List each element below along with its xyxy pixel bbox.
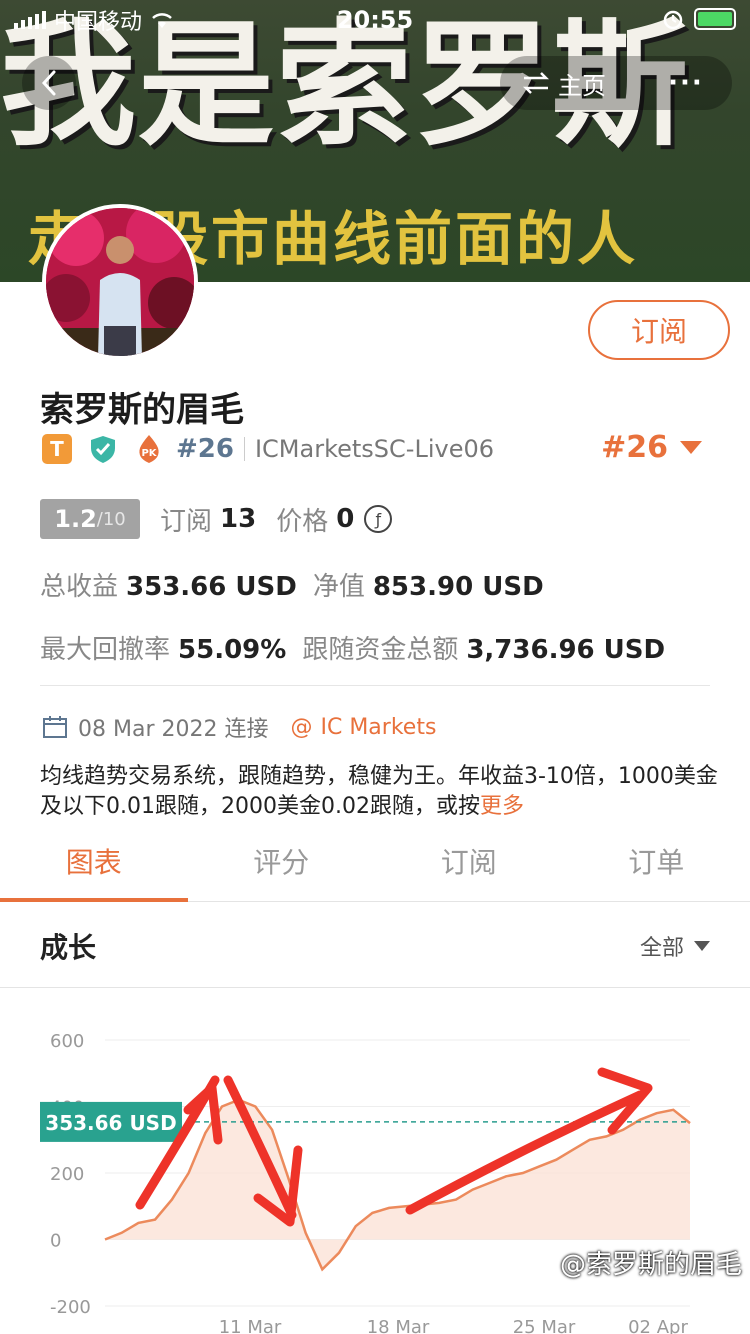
stats-row-1: 1.2/10 订阅 13 价格 0 ƒ [40, 498, 393, 540]
verified-shield-icon [91, 436, 115, 463]
follow-funds-value: 3,736.96 USD [466, 635, 666, 665]
battery-icon [694, 8, 736, 30]
growth-title: 成长 [40, 931, 97, 964]
x-tick-label: 11 Mar [219, 1317, 282, 1334]
score-max: /10 [96, 508, 126, 530]
net-value-label: 净值 [312, 572, 365, 602]
coin-icon: ƒ [364, 505, 393, 533]
score-value: 1.2 [54, 505, 97, 533]
broker-name: IC Markets [320, 714, 437, 740]
y-tick-label: 200 [50, 1164, 84, 1185]
x-tick-label: 18 Mar [367, 1317, 430, 1334]
nav-pill: 主页 ··· [500, 56, 732, 110]
x-tick-label: 25 Mar [513, 1317, 576, 1334]
growth-filter-label: 全部 [639, 936, 684, 961]
broker-link[interactable]: @ IC Markets [290, 715, 436, 740]
tab-rating[interactable]: 评分 [188, 820, 376, 901]
pk-badge-text: PK [141, 448, 157, 459]
connection-date: 08 Mar 2022 连接 [78, 717, 269, 742]
more-button[interactable]: ··· [640, 68, 732, 98]
divider [40, 685, 710, 686]
stats-row-2: 总收益 353.66 USD 净值 853.90 USD [40, 566, 560, 603]
net-value-value: 853.90 USD [372, 572, 544, 602]
account-name: ICMarketsSC-Live06 [254, 435, 495, 463]
pk-flame-icon: PK [139, 435, 159, 463]
more-link[interactable]: 更多 [480, 794, 524, 819]
total-profit-label: 总收益 [40, 572, 119, 602]
current-value-label: 353.66 USD [45, 1111, 176, 1135]
caret-down-icon [694, 941, 710, 951]
description-text: 均线趋势交易系统，跟随趋势，稳健为王。年收益3-10倍，1000美金及以下0.0… [40, 764, 718, 819]
home-label: 主页 [558, 71, 606, 100]
trader-badge: T [42, 434, 72, 464]
tab-orders[interactable]: 订单 [563, 820, 750, 901]
status-time: 20:55 [336, 6, 414, 34]
growth-filter-dropdown[interactable]: 全部 [640, 930, 710, 962]
alarm-icon [663, 10, 683, 30]
y-tick-label: 600 [50, 1031, 84, 1052]
divider [243, 437, 245, 461]
caret-down-icon [680, 441, 702, 454]
home-button[interactable]: 主页 [500, 66, 640, 101]
follow-funds-label: 跟随资金总额 [302, 635, 459, 665]
strategy-description: 均线趋势交易系统，跟随趋势，稳健为王。年收益3-10倍，1000美金及以下0.0… [40, 762, 720, 822]
rank-big-label: #26 [601, 430, 668, 465]
profile-name: 索罗斯的眉毛 [40, 390, 244, 430]
x-tick-label: 02 Apr [628, 1317, 688, 1334]
y-tick-label: 0 [50, 1231, 61, 1252]
switch-icon [522, 72, 550, 94]
total-profit-value: 353.66 USD [126, 572, 297, 602]
watermark: @索罗斯的眉毛 [559, 1250, 742, 1280]
y-tick-label: -200 [50, 1297, 91, 1318]
connection-row: 08 Mar 2022 连接 @ IC Markets [42, 710, 436, 744]
at-icon: @ [290, 714, 313, 740]
growth-header: 成长 全部 [0, 902, 750, 988]
badge-row: T PK #26 ICMarketsSC-Live06 [42, 432, 494, 466]
avatar[interactable] [42, 204, 198, 360]
price-value: 0 [336, 504, 355, 534]
stats-row-3: 最大回撤率 55.09% 跟随资金总额 3,736.96 USD [40, 629, 681, 666]
max-drawdown-label: 最大回撤率 [40, 635, 171, 665]
tab-bar: 图表 评分 订阅 订单 [0, 820, 750, 902]
calendar-icon [43, 716, 67, 738]
tab-subscribe[interactable]: 订阅 [375, 820, 563, 901]
subs-value: 13 [220, 504, 257, 534]
rank-small: #26 [176, 434, 234, 464]
tab-chart[interactable]: 图表 [0, 820, 188, 902]
status-bar: 中国移动 20:55 [0, 0, 750, 40]
score-badge: 1.2/10 [40, 499, 140, 539]
subs-label: 订阅 [160, 506, 213, 537]
max-drawdown-value: 55.09% [178, 635, 287, 665]
rank-dropdown[interactable]: #26 [601, 430, 702, 465]
price-label: 价格 [276, 506, 329, 537]
growth-chart[interactable]: 6004002000-200353.66 USD11 Mar18 Mar25 M… [0, 1000, 750, 1334]
avatar-photo [46, 208, 194, 356]
subscribe-button[interactable]: 订阅 [588, 300, 730, 360]
back-button[interactable] [22, 56, 76, 110]
chevron-left-icon [41, 70, 56, 96]
